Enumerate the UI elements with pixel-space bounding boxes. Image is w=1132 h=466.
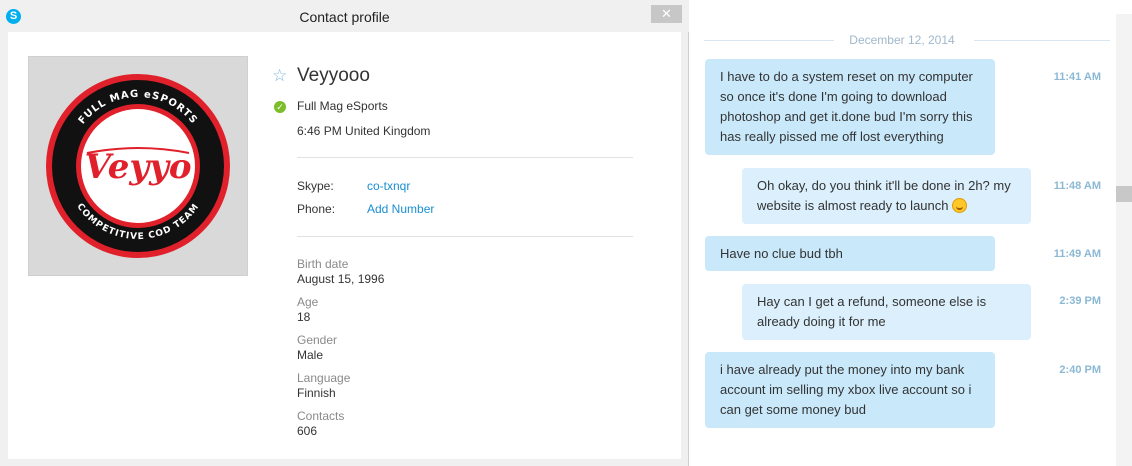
online-status-icon: ✓	[274, 101, 286, 113]
message-timestamp: 11:48 AM	[1053, 180, 1101, 192]
conversation-scrollbar[interactable]	[1116, 14, 1132, 466]
birth-date-label: Birth date	[297, 257, 349, 271]
contacts-label: Contacts	[297, 409, 345, 423]
message-bubble[interactable]: Have no clue bud tbh	[705, 236, 995, 271]
language-value: Finnish	[297, 386, 336, 400]
message-text: Oh okay, do you think it'll be done in 2…	[757, 178, 1011, 213]
gender-value: Male	[297, 348, 324, 362]
avatar: FULL MAG eSPORTS COMPETITIVE COD TEAM Ve…	[28, 56, 248, 276]
favorite-star-icon[interactable]: ☆	[272, 66, 287, 86]
message-text: i have already put the money into my ban…	[720, 362, 972, 417]
message-bubble[interactable]: I have to do a system reset on my comput…	[705, 59, 995, 155]
local-time: 6:46 PM United Kingdom	[297, 124, 431, 138]
message-timestamp: 2:39 PM	[1059, 295, 1101, 307]
skype-label: Skype:	[297, 179, 334, 193]
team-logo-icon: FULL MAG eSPORTS COMPETITIVE COD TEAM Ve…	[46, 74, 230, 258]
message-text: Hay can I get a refund, someone else is …	[757, 294, 987, 329]
message-bubble[interactable]: Hay can I get a refund, someone else is …	[742, 284, 1031, 340]
message-timestamp: 2:40 PM	[1059, 364, 1101, 376]
separator-line	[974, 40, 1110, 41]
gender-label: Gender	[297, 333, 338, 347]
contact-profile-window: S Contact profile ✕ FULL MAG eSPORTS COM…	[0, 0, 689, 466]
divider	[297, 157, 633, 158]
skype-name-link[interactable]: co-txnqr	[367, 179, 410, 193]
phone-label: Phone:	[297, 202, 336, 216]
close-button[interactable]: ✕	[651, 5, 682, 23]
message-timestamp: 11:41 AM	[1053, 71, 1101, 83]
scrollbar-thumb[interactable]	[1116, 186, 1132, 202]
message-text: I have to do a system reset on my comput…	[720, 69, 973, 144]
contacts-value: 606	[297, 424, 318, 438]
conversation-pane: December 12, 2014 I have to do a system …	[690, 0, 1132, 466]
message-bubble[interactable]: i have already put the money into my ban…	[705, 352, 995, 428]
message-text: Have no clue bud tbh	[720, 246, 843, 261]
logo-center-text: Veyyo	[84, 147, 191, 187]
date-separator: December 12, 2014	[694, 32, 1110, 48]
message-timestamp: 11:49 AM	[1053, 248, 1101, 260]
title-bar: S Contact profile ✕	[0, 0, 689, 32]
age-value: 18	[297, 310, 311, 324]
divider	[297, 236, 633, 237]
age-label: Age	[297, 295, 319, 309]
birth-date-value: August 15, 1996	[297, 272, 385, 286]
mood-message: Full Mag eSports	[297, 99, 388, 113]
grin-emoji-icon	[952, 198, 968, 213]
profile-body: FULL MAG eSPORTS COMPETITIVE COD TEAM Ve…	[8, 32, 681, 459]
message-bubble[interactable]: Oh okay, do you think it'll be done in 2…	[742, 168, 1031, 224]
language-label: Language	[297, 371, 351, 385]
contact-name: Veyyooo	[297, 65, 370, 86]
add-number-link[interactable]: Add Number	[367, 202, 434, 216]
window-title: Contact profile	[299, 9, 390, 25]
